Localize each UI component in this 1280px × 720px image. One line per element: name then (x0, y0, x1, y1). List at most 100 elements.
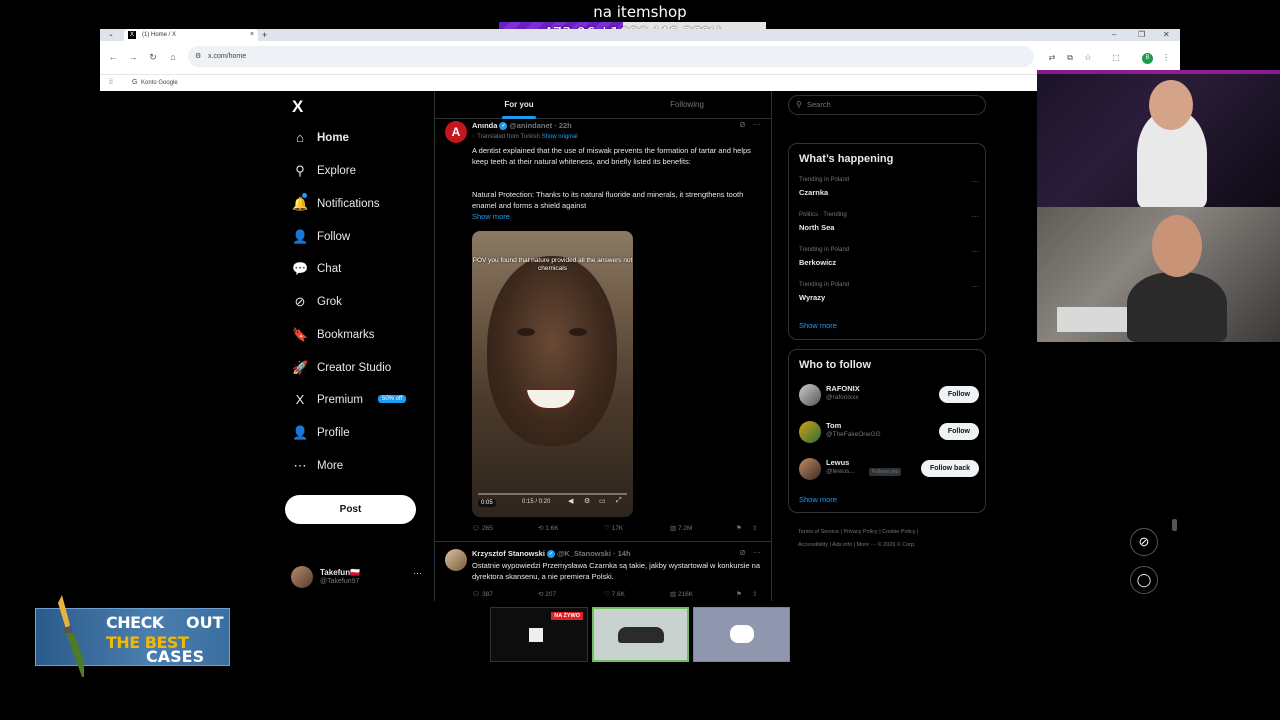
sidebar-item-home[interactable]: ⌂ Home (292, 127, 437, 153)
address-bar[interactable]: ⚙ x.com/home (188, 46, 1034, 67)
tab-following[interactable]: Following (603, 91, 771, 119)
views-button[interactable]: ▥ 7.2M (670, 523, 692, 535)
sidebar-item-label: Creator Studio (317, 362, 392, 374)
follow-suggestion[interactable]: Tom @TheFakeOneGG Follow (799, 418, 979, 448)
volume-icon[interactable]: ◀ (568, 497, 573, 505)
tab-list-icon[interactable]: ⌄ (108, 29, 114, 41)
show-more-link[interactable]: Show more (472, 211, 764, 222)
site-info-icon[interactable]: ⚙ (195, 46, 201, 67)
pip-icon[interactable]: ▭ (599, 497, 606, 505)
views-button[interactable]: ▥ 216K (670, 589, 693, 601)
messages-float-button[interactable]: ◯ (1130, 566, 1158, 594)
more-icon[interactable]: ··· (753, 120, 761, 129)
minimize-icon[interactable]: – (1112, 29, 1116, 41)
like-button[interactable]: ♡ 17K (604, 523, 623, 535)
cases-ad-banner: CHECK OUT THE BEST CASES (35, 595, 230, 677)
repost-button[interactable]: ⟲ 207 (538, 589, 556, 601)
trend-meta: Trending in Poland (799, 247, 850, 253)
back-icon[interactable]: ← (104, 41, 122, 74)
grok-icon[interactable]: ⊘ (739, 548, 746, 557)
video-timestamp: 0:05 (478, 499, 496, 507)
follow-button[interactable]: Follow back (920, 460, 979, 477)
follow-suggestion[interactable]: Lewus @lewus... Follow back Follows you (799, 455, 979, 485)
avatar[interactable] (445, 549, 467, 571)
footer-line[interactable]: Terms of Service | Privacy Policy | Cook… (798, 526, 988, 539)
footer-line[interactable]: Accessibility | Ads info | More ··· © 20… (798, 539, 988, 552)
home-icon[interactable]: ⌂ (164, 41, 182, 74)
search-input[interactable]: ⚲ Search (788, 95, 986, 115)
sidebar-item-more[interactable]: ⋯ More (292, 455, 437, 481)
trend-item[interactable]: Trending in Poland Berkowicz ··· (799, 247, 979, 277)
grok-float-button[interactable]: ⊘ (1130, 528, 1158, 556)
more-icon[interactable]: ··· (753, 548, 761, 557)
more-icon[interactable]: ··· (971, 212, 979, 221)
fullscreen-icon[interactable]: ⤢ (616, 497, 622, 505)
sidebar-item-label: Bookmarks (317, 329, 375, 341)
new-tab-icon[interactable]: + (262, 29, 267, 41)
avatar[interactable] (799, 458, 821, 480)
tab-for-you[interactable]: For you (435, 91, 603, 119)
like-button[interactable]: ♡ 7.6K (604, 589, 625, 601)
trend-item[interactable]: Politics · Trending North Sea ··· (799, 212, 979, 242)
post-button[interactable]: Post (285, 495, 416, 524)
tweet-video[interactable]: POV you found that nature provided all t… (472, 231, 633, 517)
tweet[interactable]: Krzysztof Stanowski ✓ @K_Stanowski · 14h ⊘… (435, 547, 771, 601)
sidebar-item-chat[interactable]: 💬 Chat (292, 258, 437, 284)
browser-tab[interactable]: X (1) Home / X × (124, 29, 258, 41)
apps-grid-icon[interactable]: ⁞⁞ (109, 75, 113, 91)
footer-links[interactable]: Terms of Service | Privacy Policy | Cook… (798, 526, 988, 552)
video-progress[interactable] (478, 493, 627, 495)
more-icon[interactable]: ··· (971, 247, 979, 256)
sidebar-item-creator-studio[interactable]: 🚀 Creator Studio (292, 357, 437, 383)
forward-icon[interactable]: → (124, 41, 142, 74)
trend-item[interactable]: Trending in Poland Czarnka ··· (799, 177, 979, 207)
more-icon[interactable]: ··· (971, 177, 979, 186)
reply-button[interactable]: 💬︎ 265 (472, 523, 493, 535)
avatar[interactable] (799, 421, 821, 443)
scroll-thumb[interactable] (1172, 519, 1177, 531)
sidebar-item-explore[interactable]: ⚲ Explore (292, 160, 437, 186)
show-more-link[interactable]: Show more (799, 495, 837, 504)
sidebar-item-follow[interactable]: 👤 Follow (292, 226, 437, 252)
reload-icon[interactable]: ↻ (144, 41, 162, 74)
close-icon[interactable]: × (250, 29, 254, 41)
sidebar-item-premium[interactable]: X Premium 50% off (292, 389, 437, 415)
x-logo-icon[interactable]: X (292, 97, 303, 117)
sidebar-item-grok[interactable]: ⊘ Grok (292, 291, 437, 317)
avatar[interactable] (799, 384, 821, 406)
bookmark-button[interactable]: ⚑ (736, 523, 742, 535)
show-original-link[interactable]: Show original (542, 134, 578, 140)
maximize-icon[interactable]: ❐ (1138, 29, 1145, 41)
reply-button[interactable]: 💬︎ 387 (472, 589, 493, 601)
scrollbar[interactable] (1172, 343, 1178, 600)
follow-button[interactable]: Follow (938, 423, 979, 440)
tweet[interactable]: A Anında ✓ @anindanet · 22h ⊘ ··· ◌ Transl… (435, 119, 771, 542)
profile-avatar[interactable]: B (1142, 53, 1153, 64)
grok-icon[interactable]: ⊘ (739, 120, 746, 129)
account-switcher[interactable]: Takefun🇵🇱 @Takefun97 ··· (291, 566, 431, 590)
translated-label: Translated from Turkish (477, 134, 540, 140)
tweet-author[interactable]: Anında ✓ @anindanet · 22h (472, 121, 572, 131)
avatar[interactable]: A (445, 121, 467, 143)
repost-button[interactable]: ⟲ 1.6K (538, 523, 559, 535)
bookmark-google-account[interactable]: Konto Google (133, 80, 178, 86)
bookmark-button[interactable]: ⚑ (736, 589, 742, 601)
sidebar-item-notifications[interactable]: 🔔 Notifications (292, 193, 437, 219)
more-icon[interactable]: ··· (971, 282, 979, 291)
follow-button[interactable]: Follow (938, 386, 979, 403)
settings-icon[interactable]: ⚙ (584, 497, 590, 505)
window-thumbnail-stream[interactable]: NA ŻYWO (490, 607, 588, 662)
window-close-icon[interactable]: ✕ (1163, 29, 1170, 41)
show-more-link[interactable]: Show more (799, 321, 837, 330)
follow-suggestion[interactable]: RAFONIX @rafonixxx Follow (799, 381, 979, 411)
sidebar-item-bookmarks[interactable]: 🔖 Bookmarks (292, 324, 437, 350)
window-thumbnail-discord[interactable] (693, 607, 790, 662)
tweet-author[interactable]: Krzysztof Stanowski ✓ @K_Stanowski · 14h (472, 549, 631, 559)
window-thumbnail-car[interactable] (592, 607, 689, 662)
trend-item[interactable]: Trending in Poland Wyrazy ··· (799, 282, 979, 312)
share-icon[interactable]: ⇪ (752, 523, 757, 535)
more-icon[interactable]: ··· (413, 568, 422, 578)
share-icon[interactable]: ⇪ (752, 589, 757, 601)
sidebar-item-profile[interactable]: 👤 Profile (292, 422, 437, 448)
sidebar-item-label: Follow (317, 231, 351, 243)
